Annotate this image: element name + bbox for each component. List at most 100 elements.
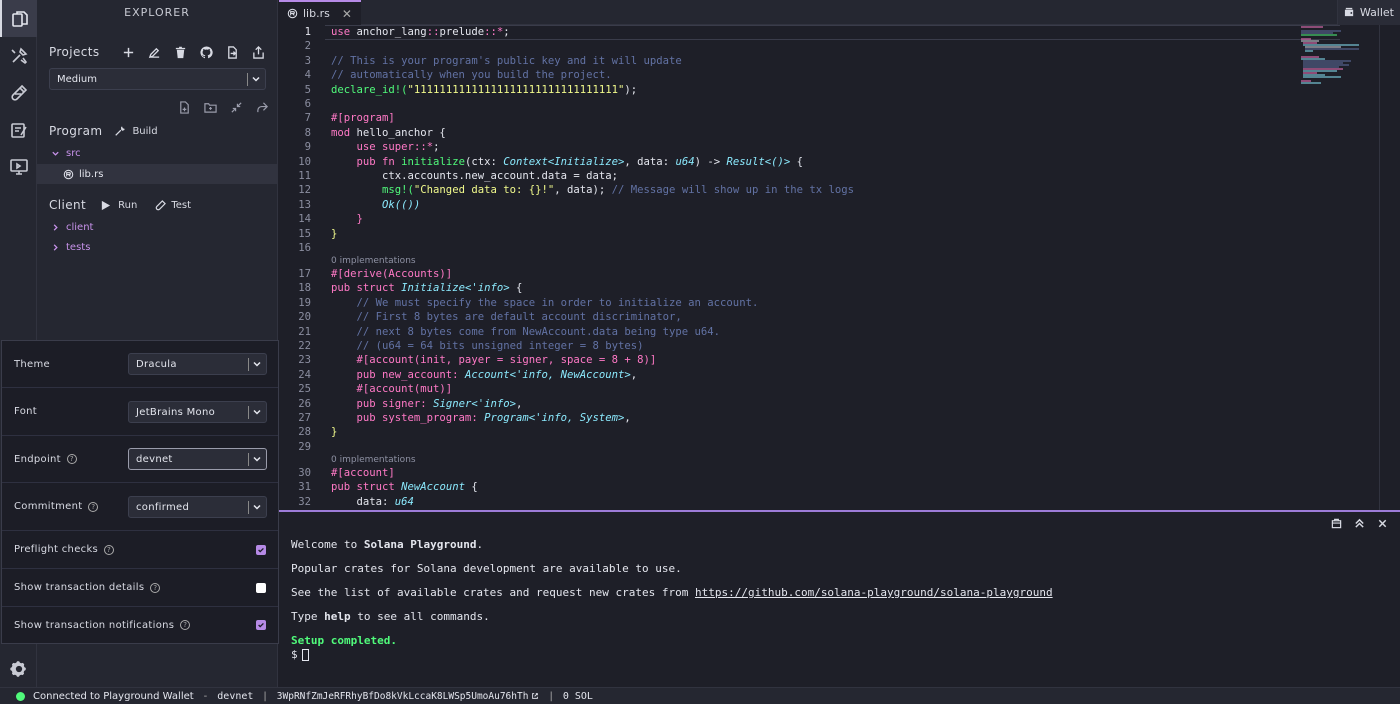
code-line: pub signer: Signer<'info>, — [331, 397, 523, 410]
code-line: #[account(init, payer = signer, space = … — [331, 354, 657, 367]
help-icon[interactable]: ? — [88, 501, 99, 512]
maximize-icon[interactable] — [1354, 518, 1365, 529]
import-file-icon[interactable] — [220, 42, 246, 62]
tree-folder-src[interactable]: src — [51, 148, 81, 159]
chevron-down-icon — [52, 151, 59, 156]
tutorials-icon[interactable] — [0, 111, 37, 148]
line-number: 31 — [298, 481, 311, 494]
line-number: 9 — [304, 141, 311, 154]
line-number: 2 — [304, 40, 311, 53]
line-number: 28 — [298, 426, 311, 439]
tab-lib-rs[interactable]: lib.rs ✕ — [279, 0, 361, 25]
wallet-label: Wallet — [1359, 6, 1394, 19]
tx-notifications-checkbox[interactable] — [256, 620, 266, 630]
code-line: msg!("Changed data to: {}!", data); // M… — [331, 184, 855, 197]
tx-details-checkbox[interactable] — [256, 582, 266, 593]
share-icon[interactable] — [249, 97, 275, 117]
chevron-down-icon — [253, 504, 261, 510]
github-icon[interactable] — [194, 42, 220, 62]
chevron-right-icon — [53, 244, 58, 251]
line-number: 13 — [298, 198, 311, 211]
code-line: pub fn initialize(ctx: Context<Initializ… — [331, 155, 804, 168]
new-project-plus-icon[interactable] — [116, 42, 142, 62]
wallet-address[interactable]: 3WpRNfZmJeRFRhyBfDo8kVkLccaK8LWSp5UmoAu7… — [277, 691, 529, 702]
theme-select[interactable]: Dracula — [128, 353, 267, 375]
test-button[interactable]: Test — [155, 200, 191, 211]
build-tools-icon[interactable] — [0, 37, 37, 74]
help-icon[interactable]: ? — [150, 582, 161, 593]
code-line: mod hello_anchor { — [331, 126, 446, 139]
minimap[interactable] — [1299, 25, 1359, 85]
check-icon — [258, 622, 264, 628]
codelens-implementations[interactable]: 0 implementations — [331, 455, 416, 465]
wallet-button[interactable]: Wallet — [1336, 0, 1400, 25]
rename-pencil-icon[interactable] — [142, 42, 168, 62]
setting-commitment: Commitment ? confirmed — [2, 483, 278, 531]
build-button[interactable]: Build — [114, 125, 158, 137]
separator: - — [203, 690, 208, 702]
font-select[interactable]: JetBrains Mono — [128, 401, 267, 423]
rust-file-icon — [287, 8, 298, 19]
test-label: Test — [171, 199, 192, 211]
terminal-line: Setup completed. — [291, 634, 397, 647]
tree-folder-client[interactable]: client — [51, 222, 93, 233]
export-icon[interactable] — [246, 42, 272, 62]
setting-tx-notifications: Show transaction notifications ? — [2, 607, 278, 643]
code-line: } — [331, 213, 363, 226]
terminal-cursor — [301, 649, 309, 661]
line-number: 22 — [298, 340, 311, 352]
check-icon — [258, 547, 264, 553]
line-number: 17 — [298, 268, 311, 280]
program-label: Program — [49, 124, 103, 138]
code-line: // We must specify the space in order to… — [331, 296, 759, 309]
line-number: 27 — [298, 412, 311, 424]
run-label: Run — [118, 199, 138, 211]
code-line: Ok(()) — [382, 198, 421, 211]
code-line: ctx.accounts.new_account.data = data; — [331, 170, 619, 182]
line-number: 8 — [304, 126, 311, 139]
line-number: 11 — [298, 170, 311, 182]
wrench-icon — [115, 126, 126, 136]
terminal-prompt[interactable]: $ — [291, 648, 309, 661]
terminal-panel[interactable]: Welcome to Solana Playground. Popular cr… — [279, 510, 1400, 687]
editor-scrollbar[interactable] — [1379, 25, 1393, 510]
codelens-implementations[interactable]: 0 implementations — [331, 256, 416, 266]
line-number: 12 — [298, 184, 311, 197]
code-line: // next 8 bytes come from NewAccount.dat… — [331, 325, 721, 338]
project-select[interactable]: Medium — [49, 68, 266, 90]
endpoint-select[interactable]: devnet — [128, 448, 267, 470]
commitment-select[interactable]: confirmed — [128, 496, 267, 518]
connection-status[interactable]: Connected to Playground Wallet — [33, 691, 194, 702]
new-file-icon[interactable] — [171, 97, 197, 117]
code-line: pub struct NewAccount { — [331, 481, 478, 494]
test-tube-icon[interactable] — [0, 74, 37, 111]
gear-icon[interactable] — [0, 650, 37, 687]
deploy-monitor-icon[interactable] — [0, 148, 37, 185]
close-icon[interactable] — [1377, 518, 1388, 529]
code-line: #[derive(Accounts)] — [331, 268, 453, 280]
run-button[interactable]: Run — [100, 200, 137, 211]
line-number: 4 — [304, 69, 311, 82]
external-link-icon[interactable] — [531, 692, 539, 700]
settings-popup: Theme Dracula Font JetBrains Mono Endpoi… — [1, 340, 279, 644]
setting-font: Font JetBrains Mono — [2, 388, 278, 436]
delete-trash-icon[interactable] — [168, 42, 194, 62]
collapse-icon[interactable] — [223, 97, 249, 117]
preflight-checkbox[interactable] — [256, 544, 266, 555]
help-icon[interactable]: ? — [180, 620, 191, 630]
line-number: 21 — [298, 325, 311, 338]
code-editor[interactable]: 1 use anchor_lang::prelude::*; 2 3 // This… — [279, 25, 1400, 510]
tree-folder-tests[interactable]: tests — [51, 242, 90, 253]
help-icon[interactable]: ? — [66, 454, 77, 464]
tree-file-lib-rs[interactable]: lib.rs — [37, 164, 277, 184]
connection-status-dot — [16, 691, 25, 701]
line-number: 18 — [298, 282, 311, 295]
line-number: 10 — [298, 155, 311, 168]
setting-preflight: Preflight checks ? — [2, 531, 278, 569]
close-icon[interactable]: ✕ — [342, 7, 352, 21]
new-folder-icon[interactable] — [197, 97, 223, 117]
help-icon[interactable]: ? — [104, 544, 115, 555]
clear-terminal-icon[interactable] — [1331, 518, 1342, 529]
explorer-icon[interactable] — [0, 0, 37, 37]
crates-link[interactable]: https://github.com/solana-playground/sol… — [695, 586, 1053, 599]
